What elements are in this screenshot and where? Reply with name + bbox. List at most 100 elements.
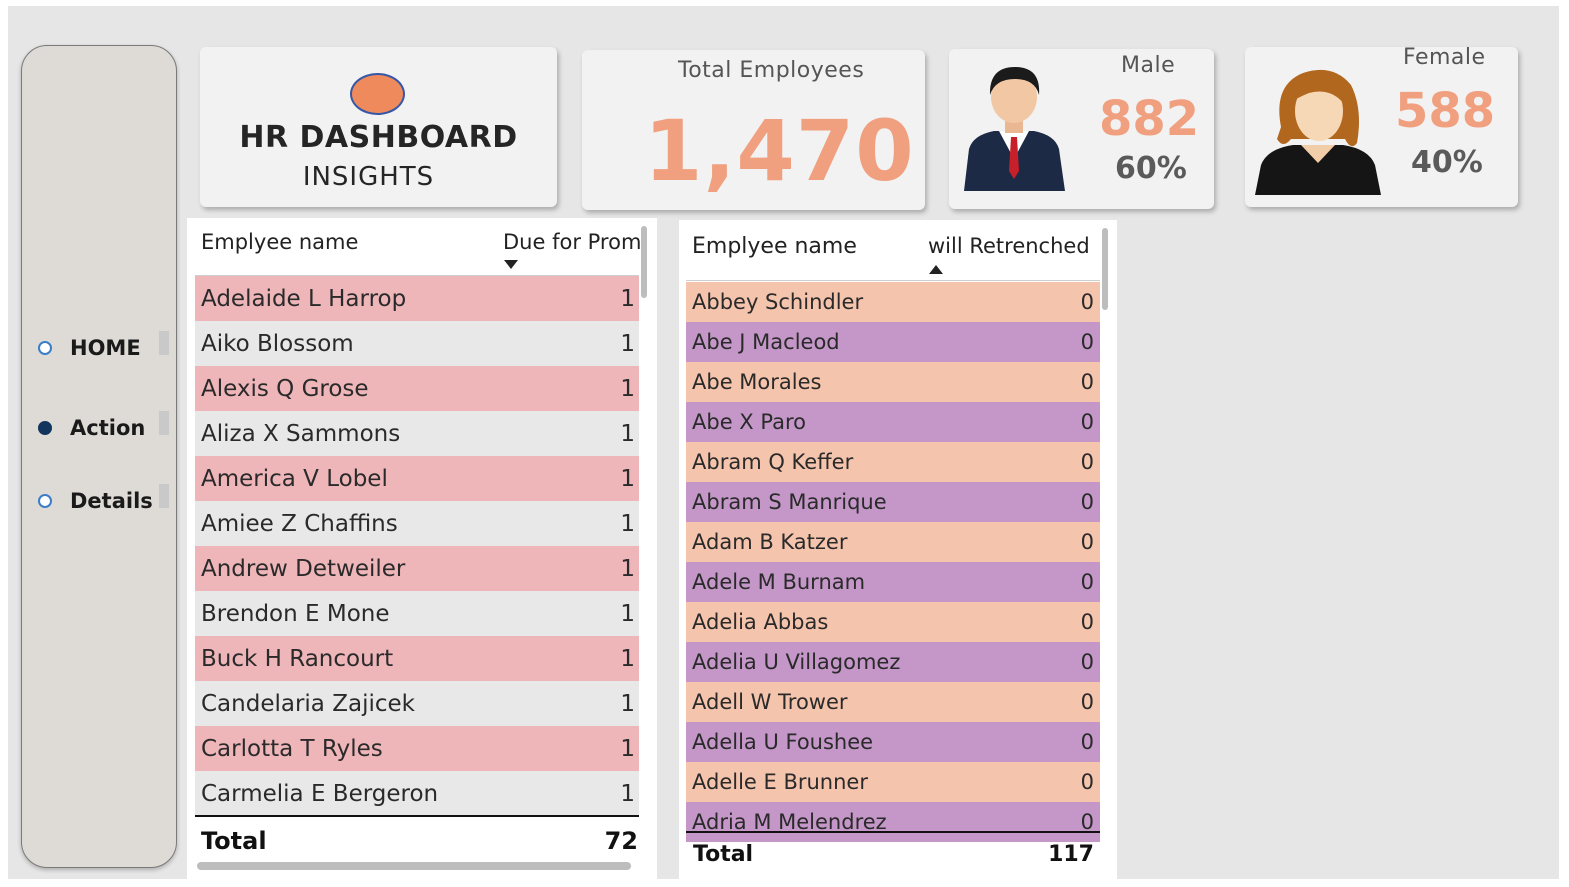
employee-name-cell: Abram S Manrique (692, 490, 887, 514)
table-row[interactable]: Abram S Manrique 0 (686, 482, 1100, 522)
employee-name-cell: Abram Q Keffer (692, 450, 854, 474)
value-cell: 0 (1080, 450, 1094, 474)
total-label: Total (693, 841, 754, 867)
female-label: Female (1403, 45, 1486, 70)
table-row[interactable]: Adele M Burnam 0 (686, 562, 1100, 602)
table-row[interactable]: Aiko Blossom 1 (195, 321, 639, 366)
nav-divider (159, 484, 169, 508)
employee-name-cell: Abe Morales (692, 370, 822, 394)
employee-name-cell: Buck H Rancourt (201, 645, 394, 672)
sort-descending-icon[interactable] (504, 260, 518, 269)
employee-name-cell: Brendon E Mone (201, 600, 390, 627)
value-cell: 0 (1080, 290, 1094, 314)
male-card: Male 882 60% (949, 49, 1214, 209)
radio-selected-icon (38, 421, 52, 435)
table-row[interactable]: Abe X Paro 0 (686, 402, 1100, 442)
total-divider (195, 815, 639, 817)
retrenchment-table: Emplyee name will Retrenched Abbey Schin… (679, 220, 1117, 879)
employee-name-cell: Abe J Macleod (692, 330, 840, 354)
column-header-due-for-promotion[interactable]: Due for Prom (503, 230, 641, 254)
sort-ascending-icon[interactable] (929, 265, 943, 274)
employee-name-cell: Adam B Katzer (692, 530, 848, 554)
table-row[interactable]: Carmelia E Bergeron 1 (195, 771, 639, 816)
employee-name-cell: Aiko Blossom (201, 330, 354, 357)
table-row[interactable]: Adelia Abbas 0 (686, 602, 1100, 642)
column-header-name[interactable]: Emplyee name (692, 234, 857, 259)
nav-item-action[interactable]: Action (38, 413, 145, 443)
dashboard-subtitle: INSIGHTS (302, 162, 435, 192)
table-row[interactable]: Abe J Macleod 0 (686, 322, 1100, 362)
value-cell: 1 (620, 465, 635, 492)
nav-label-action: Action (70, 416, 146, 440)
radio-icon (38, 341, 52, 355)
value-cell: 0 (1080, 770, 1094, 794)
table-row[interactable]: America V Lobel 1 (195, 456, 639, 501)
nav-label-home: HOME (70, 336, 141, 360)
table-row[interactable]: Adam B Katzer 0 (686, 522, 1100, 562)
total-label: Total (201, 827, 267, 855)
nav-item-details[interactable]: Details (38, 486, 153, 516)
table-row[interactable]: Abbey Schindler 0 (686, 282, 1100, 322)
header-divider (686, 280, 1100, 281)
employee-name-cell: Candelaria Zajicek (201, 690, 415, 717)
table-row[interactable]: Adelia U Villagomez 0 (686, 642, 1100, 682)
vertical-scrollbar[interactable] (641, 226, 647, 298)
nav-divider (159, 411, 169, 435)
value-cell: 0 (1080, 410, 1094, 434)
employee-name-cell: Adella U Foushee (692, 730, 874, 754)
table-row[interactable]: Adria M Melendrez 0 (686, 802, 1100, 842)
horizontal-scrollbar[interactable] (197, 862, 631, 870)
total-employees-card: Total Employees 1,470 (582, 50, 925, 210)
male-percent: 60% (1115, 151, 1187, 186)
vertical-scrollbar[interactable] (1102, 228, 1108, 310)
value-cell: 1 (620, 735, 635, 762)
value-cell: 1 (620, 510, 635, 537)
employee-name-cell: Andrew Detweiler (201, 555, 406, 582)
employee-name-cell: Adelia Abbas (692, 610, 829, 634)
value-cell: 1 (620, 600, 635, 627)
value-cell: 1 (620, 420, 635, 447)
column-header-name[interactable]: Emplyee name (201, 230, 358, 254)
total-value: 117 (1048, 841, 1094, 867)
employee-name-cell: Adelle E Brunner (692, 770, 868, 794)
male-avatar-icon (964, 67, 1065, 191)
sidebar (21, 45, 177, 868)
table-row[interactable]: Abram Q Keffer 0 (686, 442, 1100, 482)
value-cell: 0 (1080, 690, 1094, 714)
value-cell: 1 (620, 645, 635, 672)
table-row[interactable]: Aliza X Sammons 1 (195, 411, 639, 456)
table-row[interactable]: Brendon E Mone 1 (195, 591, 639, 636)
value-cell: 0 (1080, 730, 1094, 754)
table-row[interactable]: Adelle E Brunner 0 (686, 762, 1100, 802)
table-row[interactable]: Buck H Rancourt 1 (195, 636, 639, 681)
employee-name-cell: Aliza X Sammons (201, 420, 401, 447)
table-row[interactable]: Alexis Q Grose 1 (195, 366, 639, 411)
value-cell: 1 (620, 285, 635, 312)
nav-item-home[interactable]: HOME (38, 333, 141, 363)
employee-name-cell: Amiee Z Chaffins (201, 510, 398, 537)
value-cell: 0 (1080, 530, 1094, 554)
employee-name-cell: Alexis Q Grose (201, 375, 369, 402)
total-divider (686, 831, 1100, 833)
female-card: Female 588 40% (1245, 45, 1518, 207)
total-employees-value: 1,470 (644, 102, 915, 200)
column-header-will-retrenched[interactable]: will Retrenched (928, 234, 1090, 258)
table-row[interactable]: Carlotta T Ryles 1 (195, 726, 639, 771)
value-cell: 1 (620, 375, 635, 402)
value-cell: 0 (1080, 330, 1094, 354)
table-row[interactable]: Adella U Foushee 0 (686, 722, 1100, 762)
table-row[interactable]: Adelaide L Harrop 1 (195, 276, 639, 321)
dashboard-title: HR DASHBOARD (239, 120, 518, 155)
table-row[interactable]: Andrew Detweiler 1 (195, 546, 639, 591)
table-row[interactable]: Adell W Trower 0 (686, 682, 1100, 722)
employee-name-cell: Carmelia E Bergeron (201, 780, 439, 807)
value-cell: 0 (1080, 610, 1094, 634)
title-card: HR DASHBOARD INSIGHTS (200, 47, 557, 207)
promotion-table: Emplyee name Due for Prom Adelaide L Har… (187, 218, 657, 879)
value-cell: 1 (620, 780, 635, 807)
promotion-total-row: Total 72 (201, 822, 638, 860)
nav-divider (159, 331, 169, 355)
table-row[interactable]: Abe Morales 0 (686, 362, 1100, 402)
table-row[interactable]: Candelaria Zajicek 1 (195, 681, 639, 726)
table-row[interactable]: Amiee Z Chaffins 1 (195, 501, 639, 546)
